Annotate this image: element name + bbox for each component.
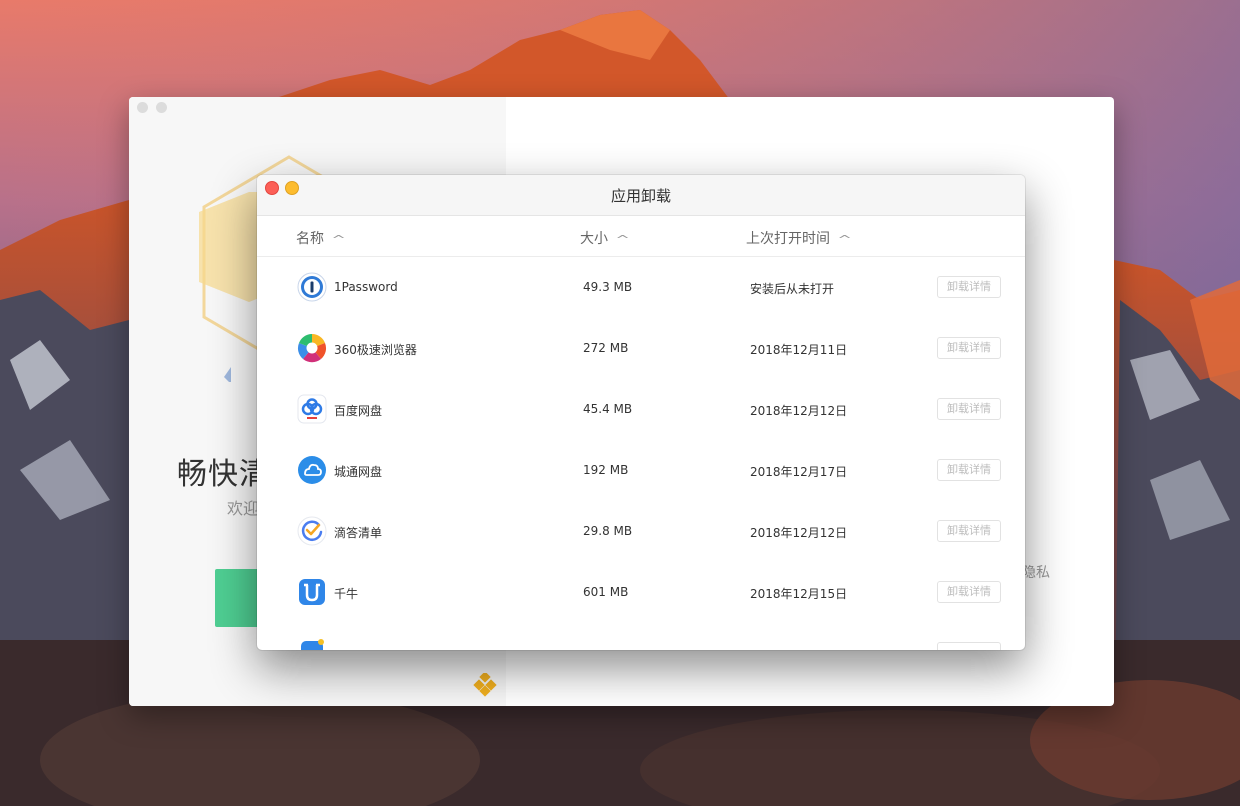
app-uninstall-window[interactable]: 应用卸载 名称 ^ 大小 ^ 上次打开时间 ^ 1Password 49.3 MB 安…: [257, 175, 1025, 650]
ticktick-icon: [297, 516, 327, 546]
uninstall-detail-button[interactable]: 卸载详情: [937, 459, 1001, 481]
partial-app-icon: [301, 639, 324, 650]
table-row[interactable]: 滴答清单 29.8 MB 2018年12月12日 卸载详情: [257, 501, 1025, 562]
app-name: 滴答清单: [334, 526, 383, 540]
app-size: 192 MB: [583, 463, 629, 477]
column-header-label: 上次打开时间: [746, 231, 830, 247]
table-row[interactable]: 1Password 49.3 MB 安装后从未打开 卸载详情: [257, 257, 1025, 318]
ctfile-icon: [298, 456, 326, 484]
window-title: 应用卸载: [610, 187, 671, 205]
app-name: 1Password: [334, 280, 398, 294]
window-titlebar[interactable]: 应用卸载: [257, 175, 1025, 216]
app-last-opened: 2018年12月12日: [750, 526, 848, 540]
1password-icon: [297, 272, 327, 302]
brand-diamond-icon: [473, 673, 497, 697]
sort-ascending-icon: ^: [615, 233, 630, 246]
table-row[interactable]: 百度网盘 45.4 MB 2018年12月12日 卸载详情: [257, 379, 1025, 440]
app-name: 360极速浏览器: [334, 343, 417, 357]
app-list[interactable]: 1Password 49.3 MB 安装后从未打开 卸载详情 360极速浏览器 …: [257, 257, 1025, 650]
app-name: 千牛: [334, 587, 359, 601]
app-last-opened: 2018年12月12日: [750, 404, 848, 418]
column-header-label: 大小: [580, 231, 608, 247]
app-size: 49.3 MB: [583, 280, 633, 294]
column-header-label: 名称: [296, 231, 324, 247]
app-last-opened: 2018年12月11日: [750, 343, 848, 357]
app-last-opened: 安装后从未打开: [750, 282, 835, 296]
column-header-last-opened[interactable]: 上次打开时间 ^: [746, 228, 852, 248]
uninstall-detail-button[interactable]: 卸载详情: [937, 581, 1001, 603]
table-row[interactable]: 城通网盘 192 MB 2018年12月17日 卸载详情: [257, 440, 1025, 501]
uninstall-detail-button[interactable]: 卸载详情: [937, 337, 1001, 359]
qianniu-icon: [299, 579, 325, 605]
table-row[interactable]: 千牛 601 MB 2018年12月15日 卸载详情: [257, 562, 1025, 623]
uninstall-detail-button[interactable]: 卸载详情: [937, 276, 1001, 298]
sort-ascending-icon: ^: [331, 233, 346, 246]
uninstall-detail-button[interactable]: 卸载详情: [937, 398, 1001, 420]
column-header-size[interactable]: 大小 ^: [580, 228, 630, 248]
background-minimize-control[interactable]: [156, 102, 167, 113]
app-last-opened: 2018年12月17日: [750, 465, 848, 479]
app-last-opened: 2018年12月15日: [750, 587, 848, 601]
app-name: 城通网盘: [334, 465, 383, 479]
app-size: 29.8 MB: [583, 524, 633, 538]
table-header: 名称 ^ 大小 ^ 上次打开时间 ^: [257, 216, 1025, 257]
uninstall-detail-button[interactable]: 卸载详情: [937, 520, 1001, 542]
app-size: 272 MB: [583, 341, 629, 355]
column-header-name[interactable]: 名称 ^: [296, 228, 346, 248]
app-size: 45.4 MB: [583, 402, 633, 416]
sort-ascending-icon: ^: [837, 233, 852, 246]
background-close-control[interactable]: [137, 102, 148, 113]
uninstall-detail-button[interactable]: [937, 642, 1001, 650]
360-browser-icon: [297, 334, 327, 363]
app-size: 601 MB: [583, 585, 629, 599]
table-row[interactable]: [257, 623, 1025, 650]
background-privacy-link[interactable]: 隐私: [1022, 562, 1050, 582]
table-row[interactable]: 360极速浏览器 272 MB 2018年12月11日 卸载详情: [257, 318, 1025, 379]
app-name: 百度网盘: [334, 404, 383, 418]
background-subtitle: 欢迎: [227, 499, 260, 518]
baidu-netdisk-icon: [297, 394, 327, 424]
